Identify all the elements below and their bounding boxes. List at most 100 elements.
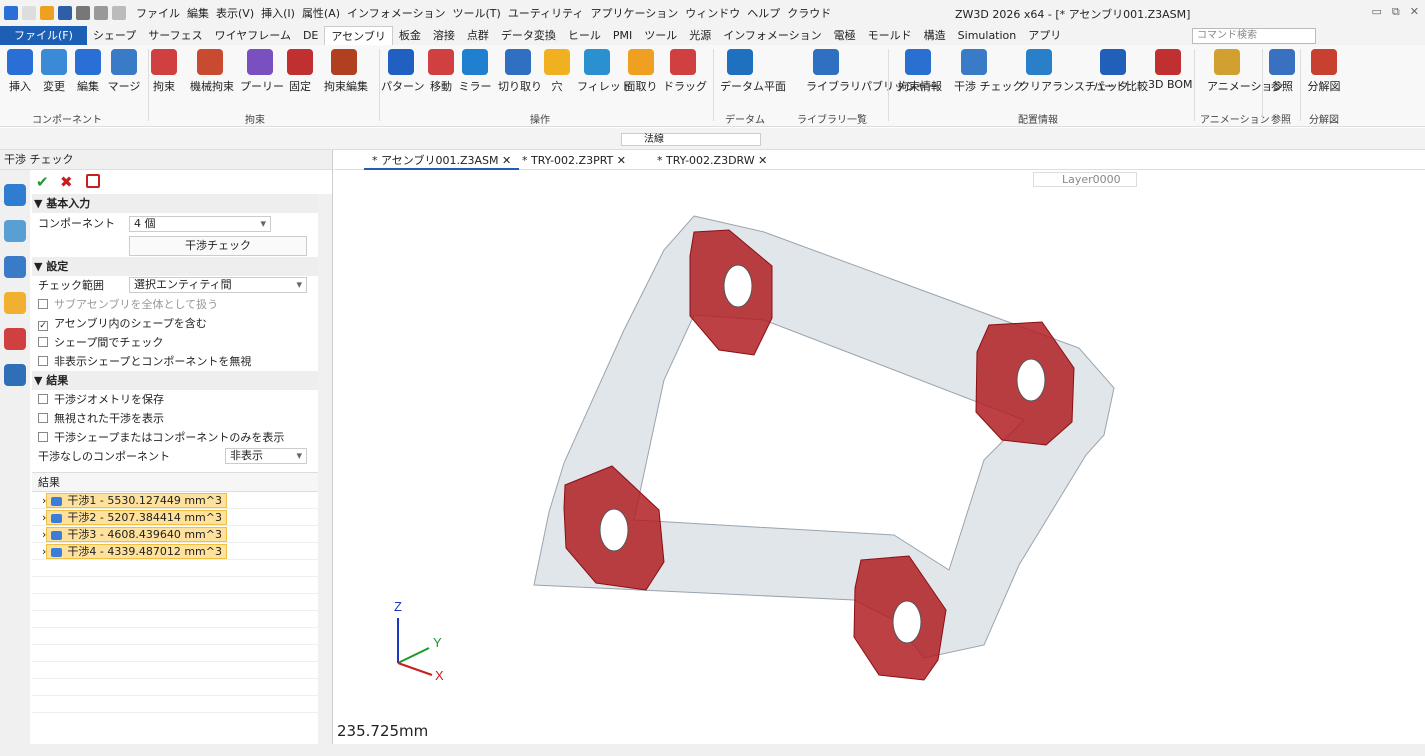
ribbon-button-15[interactable]: 面取り <box>621 49 661 94</box>
tab-11[interactable]: PMI <box>607 26 638 45</box>
user-icon[interactable] <box>4 364 26 386</box>
component-icon[interactable] <box>4 292 26 314</box>
undo-icon[interactable] <box>94 6 108 20</box>
save-icon[interactable] <box>58 6 72 20</box>
ribbon-button-23[interactable]: 3D BOM <box>1148 49 1192 91</box>
checkbox[interactable] <box>38 356 48 366</box>
tab-8[interactable]: 点群 <box>461 26 495 45</box>
ribbon-button-5[interactable]: 機械拘束 <box>190 49 234 94</box>
ribbon-button-14[interactable]: フィレット <box>577 49 632 94</box>
checkbox[interactable] <box>38 299 48 309</box>
ribbon-button-2[interactable]: 編集 <box>68 49 108 94</box>
redo-icon[interactable] <box>112 6 126 20</box>
section-basic-input[interactable]: ▼ 基本入力 <box>32 194 318 213</box>
no-interference-dropdown[interactable]: 非表示 <box>225 448 307 464</box>
print-icon[interactable] <box>76 6 90 20</box>
tab-1[interactable]: シェープ <box>87 26 142 45</box>
doc-tab-2[interactable]: * TRY-002.Z3DRW ✕ <box>649 152 775 170</box>
ribbon-button-8[interactable]: 拘束編集 <box>324 49 368 94</box>
ribbon-button-6[interactable]: プーリー <box>240 49 284 94</box>
result-item[interactable]: 干渉1 - 5530.127449 mm^3 <box>46 493 227 508</box>
option-include-shapes[interactable]: ✓ アセンブリ内のシェープを含む <box>32 314 318 333</box>
menu-item[interactable]: 表示(V) <box>216 5 254 21</box>
result-item[interactable]: 干渉3 - 4608.439640 mm^3 <box>46 527 227 542</box>
ribbon-button-4[interactable]: 拘束 <box>144 49 184 94</box>
tab-7[interactable]: 溶接 <box>427 26 461 45</box>
ribbon-button-19[interactable]: 拘束情報 <box>898 49 942 94</box>
menu-item[interactable]: ウィンドウ <box>685 5 740 21</box>
tab-5[interactable]: アセンブリ <box>324 26 393 45</box>
tab-19[interactable]: アプリ <box>1022 26 1067 45</box>
ribbon-button-16[interactable]: ドラッグ <box>663 49 707 94</box>
ribbon-button-20[interactable]: 干渉 チェック <box>954 49 1024 94</box>
menu-item[interactable]: ユーティリティ <box>508 5 584 21</box>
checkbox[interactable] <box>38 337 48 347</box>
ribbon-button-11[interactable]: ミラー <box>455 49 495 94</box>
option-ignore-hidden[interactable]: 非表示シェープとコンポーネントを無視 <box>32 352 318 371</box>
tab-10[interactable]: ヒール <box>562 26 607 45</box>
assembly-tree-icon[interactable] <box>4 184 26 206</box>
ribbon-button-21[interactable]: クリアランスチェック <box>1019 49 1129 94</box>
section-results[interactable]: ▼ 結果 <box>32 371 318 390</box>
menu-item[interactable]: ツール(T) <box>453 5 501 21</box>
ribbon-button-9[interactable]: パターン <box>381 49 424 94</box>
ribbon-button-26[interactable]: 分解図 <box>1304 49 1344 94</box>
tab-16[interactable]: モールド <box>862 26 918 45</box>
apply-icon[interactable] <box>86 174 100 188</box>
tab-2[interactable]: サーフェス <box>142 26 208 45</box>
menu-item[interactable]: ヘルプ <box>747 5 780 21</box>
tab-18[interactable]: Simulation <box>952 26 1023 45</box>
ok-icon[interactable]: ✔ <box>36 173 49 191</box>
ribbon-button-24[interactable]: アニメーション <box>1207 49 1284 94</box>
result-row[interactable]: › 干渉1 - 5530.127449 mm^3 <box>32 492 318 509</box>
command-search-input[interactable]: コマンド検索 <box>1192 28 1316 44</box>
tab-14[interactable]: インフォメーション <box>717 26 827 45</box>
checkbox[interactable] <box>38 394 48 404</box>
tab-4[interactable]: DE <box>297 26 324 45</box>
ribbon-button-12[interactable]: 切り取り <box>498 49 542 94</box>
option-between-shapes[interactable]: シェープ間でチェック <box>32 333 318 352</box>
component-field[interactable]: 4 個 <box>129 216 271 232</box>
result-row[interactable]: › 干渉2 - 5207.384414 mm^3 <box>32 509 318 526</box>
tab-6[interactable]: 板金 <box>393 26 427 45</box>
checkbox[interactable] <box>38 432 48 442</box>
doc-tab-0[interactable]: * アセンブリ001.Z3ASM ✕ <box>364 152 520 170</box>
panel-scrollbar[interactable] <box>318 194 332 744</box>
result-option-save[interactable]: 干渉ジオメトリを保存 <box>32 390 318 409</box>
ribbon-button-22[interactable]: パート比較 <box>1093 49 1148 94</box>
window-control[interactable]: ▭ <box>1372 5 1382 19</box>
ribbon-button-17[interactable]: データム平面 <box>720 49 786 94</box>
tab-0[interactable]: ファイル(F) <box>0 26 87 45</box>
result-option-ignored[interactable]: 無視された干渉を表示 <box>32 409 318 428</box>
result-item[interactable]: 干渉4 - 4339.487012 mm^3 <box>46 544 227 559</box>
doc-tab-1[interactable]: * TRY-002.Z3PRT ✕ <box>514 152 634 170</box>
ribbon-button-7[interactable]: 固定 <box>280 49 320 94</box>
close-icon[interactable]: ✕ <box>755 154 767 167</box>
ribbon-button-18[interactable]: ライブラリパブリッシャー <box>806 49 938 94</box>
menu-item[interactable]: 編集 <box>187 5 209 21</box>
check-range-dropdown[interactable]: 選択エンティティ間 <box>129 277 307 293</box>
result-item[interactable]: 干渉2 - 5207.384414 mm^3 <box>46 510 227 525</box>
menu-item[interactable]: ファイル <box>136 5 180 21</box>
checkbox[interactable] <box>38 413 48 423</box>
history-icon[interactable] <box>4 220 26 242</box>
close-icon[interactable]: ✕ <box>498 154 511 167</box>
result-row[interactable]: › 干渉3 - 4608.439640 mm^3 <box>32 526 318 543</box>
menu-item[interactable]: 挿入(I) <box>261 5 295 21</box>
filter-dropdown[interactable]: 法線 <box>621 133 761 146</box>
window-control[interactable]: ✕ <box>1410 5 1419 19</box>
layer-dropdown[interactable]: Layer0000 <box>1033 172 1137 187</box>
tab-15[interactable]: 電極 <box>828 26 862 45</box>
result-row[interactable]: › 干渉4 - 4339.487012 mm^3 <box>32 543 318 560</box>
section-settings[interactable]: ▼ 設定 <box>32 257 318 276</box>
view-icon[interactable] <box>4 328 26 350</box>
structure-icon[interactable] <box>4 256 26 278</box>
option-subassembly[interactable]: サブアセンブリを全体として扱う <box>32 295 318 314</box>
interference-check-button[interactable]: 干渉チェック <box>129 236 307 256</box>
tab-13[interactable]: 光源 <box>683 26 717 45</box>
cancel-icon[interactable]: ✖ <box>60 173 73 191</box>
tab-9[interactable]: データ変換 <box>495 26 562 45</box>
tab-17[interactable]: 構造 <box>918 26 952 45</box>
ribbon-button-3[interactable]: マージ <box>104 49 144 94</box>
menu-item[interactable]: 属性(A) <box>302 5 340 21</box>
